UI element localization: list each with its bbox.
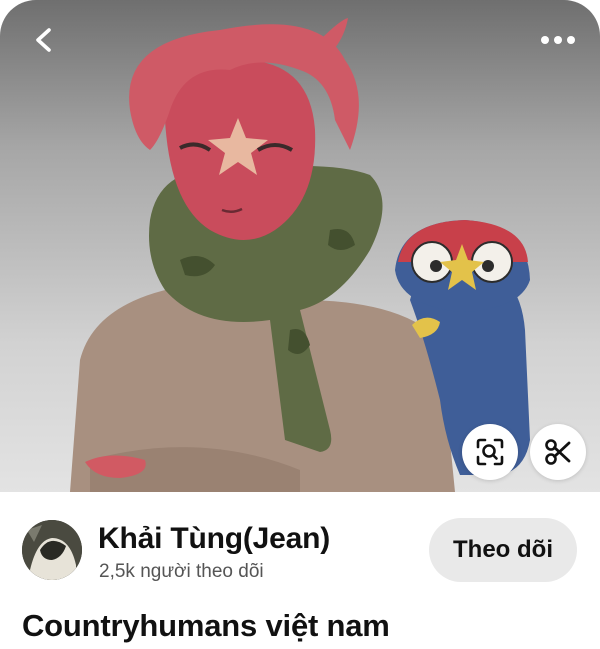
- avatar[interactable]: [22, 520, 82, 580]
- follower-count: 2,5k người theo dõi: [99, 561, 264, 582]
- more-horizontal-icon: [541, 36, 575, 44]
- back-button[interactable]: [24, 20, 64, 60]
- pin-title: Countryhumans việt nam: [22, 608, 390, 643]
- scissors-icon: [545, 439, 571, 465]
- visual-search-icon: [476, 438, 504, 466]
- follow-button[interactable]: Theo dõi: [429, 518, 577, 582]
- pin-artwork: [70, 18, 530, 492]
- pin-image[interactable]: [0, 0, 600, 492]
- chevron-left-icon: [36, 28, 51, 52]
- visual-search-button[interactable]: [462, 424, 518, 480]
- creator-row: Khải Tùng(Jean) 2,5k người theo dõi Theo…: [0, 514, 600, 594]
- more-options-button[interactable]: [536, 24, 580, 56]
- creator-name[interactable]: Khải Tùng(Jean): [98, 522, 330, 556]
- cutout-button[interactable]: [530, 424, 586, 480]
- avatar-image: [22, 520, 82, 580]
